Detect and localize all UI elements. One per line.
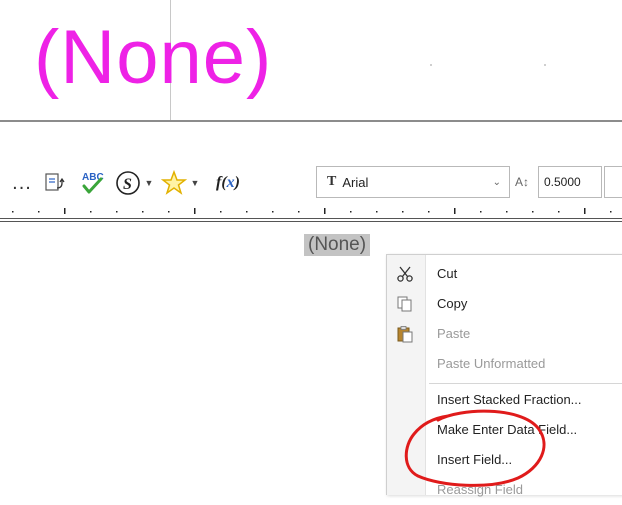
ruler-ticks xyxy=(12,208,612,214)
menu-item-label: Cut xyxy=(437,266,458,281)
function-button[interactable]: f(x) xyxy=(208,168,248,198)
menu-item-label: Paste xyxy=(437,326,471,341)
svg-text:S: S xyxy=(123,176,132,193)
menu-separator xyxy=(429,383,622,384)
menu-item-paste-unformatted[interactable]: Paste Unformatted xyxy=(387,349,622,379)
text-object-none[interactable]: (None) xyxy=(34,20,272,96)
ruler-line xyxy=(0,221,622,222)
insert-field-icon xyxy=(45,173,65,191)
oblique-angle-input[interactable] xyxy=(604,166,622,198)
chevron-down-icon: ⌄ xyxy=(492,176,501,188)
menu-item-label: Paste Unformatted xyxy=(437,356,546,371)
selected-text[interactable]: (None) xyxy=(304,234,371,256)
spell-check-icon: ABC xyxy=(82,172,104,194)
insert-field-button[interactable] xyxy=(40,168,70,198)
more-label: ... xyxy=(12,171,32,194)
menu-item-cut[interactable]: Cut xyxy=(387,259,622,289)
grid-dot xyxy=(544,64,546,66)
star-button[interactable] xyxy=(160,168,188,198)
ruler[interactable] xyxy=(0,206,622,230)
canvas-border xyxy=(0,120,622,122)
more-button[interactable]: ... xyxy=(10,168,34,198)
grid-dot xyxy=(430,64,432,66)
function-icon: f(x) xyxy=(216,174,240,191)
drawing-canvas-top: (None) xyxy=(0,0,622,122)
font-name: Arial xyxy=(342,174,369,190)
paste-icon xyxy=(395,324,415,344)
ruler-line xyxy=(0,218,622,219)
star-dropdown-icon[interactable]: ▼ xyxy=(188,168,202,198)
menu-item-paste[interactable]: Paste xyxy=(387,319,622,349)
truetype-font-icon: T xyxy=(327,174,337,189)
font-select[interactable]: T Arial ⌄ xyxy=(316,166,510,198)
text-height-icon: A↕ xyxy=(515,175,530,189)
symbol-button[interactable]: S xyxy=(114,168,142,198)
text-height-input[interactable]: 0.5000 xyxy=(538,166,602,198)
red-circle-annotation xyxy=(404,409,546,487)
menu-item-copy[interactable]: Copy xyxy=(387,289,622,319)
spell-check-button[interactable]: ABC xyxy=(78,168,108,198)
scissors-icon xyxy=(395,264,415,284)
star-icon xyxy=(161,170,187,195)
copy-icon xyxy=(395,294,415,314)
menu-item-label: Copy xyxy=(437,296,468,311)
menu-item-label: Insert Stacked Fraction... xyxy=(437,392,582,407)
symbol-icon: S xyxy=(116,171,140,195)
symbol-dropdown-icon[interactable]: ▼ xyxy=(142,168,156,198)
